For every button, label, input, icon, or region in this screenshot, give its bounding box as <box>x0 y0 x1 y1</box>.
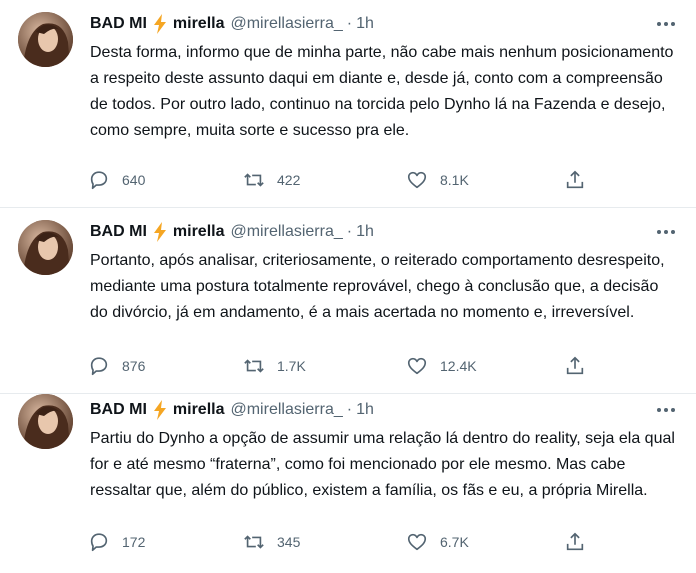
tweet-actions: 640 422 8.1K <box>88 168 598 192</box>
retweet-icon <box>244 535 264 549</box>
retweet-icon <box>244 359 264 373</box>
heart-icon <box>407 533 427 551</box>
retweet-button[interactable]: 345 <box>243 530 300 554</box>
share-button[interactable] <box>564 530 586 554</box>
like-button[interactable]: 12.4K <box>406 354 477 378</box>
heart-icon <box>407 357 427 375</box>
more-options-icon[interactable] <box>654 14 678 34</box>
display-name-suffix[interactable]: mirella <box>173 223 225 241</box>
retweet-button[interactable]: 422 <box>243 168 300 192</box>
retweet-count: 345 <box>277 534 301 550</box>
high-voltage-icon <box>153 222 166 242</box>
more-options-icon[interactable] <box>654 222 678 242</box>
retweet-count: 422 <box>277 172 301 188</box>
share-icon <box>566 532 584 551</box>
retweet-icon <box>244 173 264 187</box>
timestamp[interactable]: 1h <box>356 15 374 33</box>
retweet-count: 1.7K <box>277 358 306 374</box>
like-count: 8.1K <box>440 172 469 188</box>
timestamp[interactable]: 1h <box>356 401 374 419</box>
avatar[interactable] <box>18 220 73 275</box>
reply-button[interactable]: 172 <box>88 530 145 554</box>
tweet[interactable]: BAD MI mirella @mirellasierra_ · 1h Part… <box>0 394 696 573</box>
tweet-actions: 876 1.7K 12.4K <box>88 354 598 378</box>
like-count: 12.4K <box>440 358 477 374</box>
user-handle[interactable]: @mirellasierra_ <box>230 223 342 241</box>
display-name-suffix[interactable]: mirella <box>173 401 225 419</box>
avatar[interactable] <box>18 394 73 449</box>
heart-icon <box>407 171 427 189</box>
timestamp[interactable]: 1h <box>356 223 374 241</box>
tweet-text: Desta forma, informo que de minha parte,… <box>90 44 674 139</box>
high-voltage-icon <box>153 14 166 34</box>
tweet-actions: 172 345 6.7K <box>88 530 598 554</box>
share-button[interactable] <box>564 354 586 378</box>
reply-count: 876 <box>122 358 146 374</box>
separator-dot: · <box>346 223 353 240</box>
avatar[interactable] <box>18 12 73 67</box>
reply-icon <box>90 171 108 190</box>
high-voltage-icon <box>153 400 166 420</box>
like-button[interactable]: 8.1K <box>406 168 469 192</box>
reply-button[interactable]: 876 <box>88 354 145 378</box>
display-name-suffix[interactable]: mirella <box>173 15 225 33</box>
tweet-text: Portanto, após analisar, criteriosamente… <box>90 252 665 321</box>
separator-dot: · <box>346 15 353 32</box>
tweet-text: Partiu do Dynho a opção de assumir uma r… <box>90 430 675 499</box>
like-button[interactable]: 6.7K <box>406 530 469 554</box>
share-button[interactable] <box>564 168 586 192</box>
tweet[interactable]: BAD MI mirella @mirellasierra_ · 1h Port… <box>0 208 696 394</box>
user-handle[interactable]: @mirellasierra_ <box>230 401 342 419</box>
more-options-icon[interactable] <box>654 400 678 420</box>
reply-count: 172 <box>122 534 146 550</box>
reply-icon <box>90 533 108 552</box>
user-handle[interactable]: @mirellasierra_ <box>230 15 342 33</box>
display-name[interactable]: BAD MI <box>90 401 147 419</box>
separator-dot: · <box>346 401 353 418</box>
share-icon <box>566 170 584 189</box>
share-icon <box>566 356 584 375</box>
like-count: 6.7K <box>440 534 469 550</box>
retweet-button[interactable]: 1.7K <box>243 354 306 378</box>
reply-icon <box>90 357 108 376</box>
reply-count: 640 <box>122 172 146 188</box>
display-name[interactable]: BAD MI <box>90 223 147 241</box>
reply-button[interactable]: 640 <box>88 168 145 192</box>
display-name[interactable]: BAD MI <box>90 15 147 33</box>
tweet[interactable]: BAD MI mirella @mirellasierra_ · 1h Dest… <box>0 0 696 208</box>
